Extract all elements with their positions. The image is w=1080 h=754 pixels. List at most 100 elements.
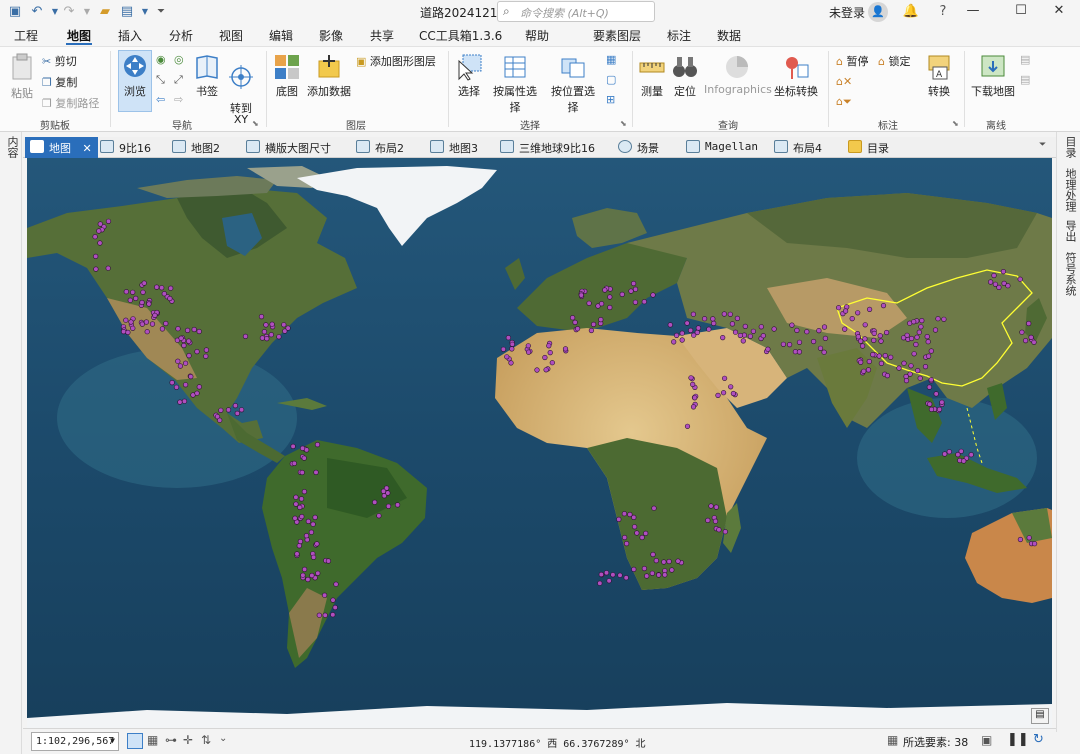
point-feature[interactable] [123,289,129,295]
point-feature[interactable] [259,335,265,341]
locate-button[interactable]: 定位 [670,53,700,99]
view-tab-magellan[interactable]: Magellan [681,137,764,158]
zoom-to-selection-icon[interactable]: ⊞ [606,93,615,106]
point-feature[interactable] [617,572,623,578]
point-feature[interactable] [258,314,265,320]
view-tab-globe-9x16[interactable]: 三维地球9比16 [495,137,601,158]
user-avatar-icon[interactable]: 👤 [868,2,888,22]
point-feature[interactable] [264,336,270,342]
point-feature[interactable] [690,404,697,410]
point-feature[interactable] [183,360,189,366]
point-feature[interactable] [632,299,639,305]
point-feature[interactable] [203,353,209,359]
point-feature[interactable] [946,449,952,455]
point-feature[interactable] [896,365,902,371]
point-feature[interactable] [130,325,136,331]
point-feature[interactable] [690,311,697,317]
point-feature[interactable] [935,316,941,322]
point-feature[interactable] [1022,338,1029,344]
fixed-zoom-in-icon[interactable]: ⤡ [156,73,165,87]
point-feature[interactable] [684,320,690,326]
add-graphics-layer-button[interactable]: ▣ 添加图形图层 [356,53,436,69]
point-feature[interactable] [188,374,194,380]
tab-map[interactable]: 地图 [67,27,91,44]
selection-dialog-launcher-icon[interactable]: ⬊ [620,119,627,128]
point-feature[interactable] [574,326,581,332]
point-feature[interactable] [794,327,800,333]
point-feature[interactable] [786,342,793,348]
point-feature[interactable] [225,407,232,413]
measure-button[interactable]: 测量 [636,53,668,99]
point-feature[interactable] [871,330,877,336]
point-feature[interactable] [105,218,112,224]
point-feature[interactable] [871,337,877,343]
point-feature[interactable] [621,534,628,541]
point-feature[interactable] [876,353,882,359]
point-feature[interactable] [140,289,146,295]
point-feature[interactable] [687,327,694,333]
point-feature[interactable] [308,529,315,535]
full-extent-icon[interactable]: ◉ [156,53,166,66]
point-feature[interactable] [771,326,777,332]
command-search-input[interactable]: ⌕ 命令搜索 (Alt+Q) [497,1,655,22]
point-feature[interactable] [656,572,662,578]
view-tab-map3[interactable]: 地图3 [425,137,484,158]
point-feature[interactable] [653,558,659,564]
point-feature[interactable] [305,518,312,525]
point-feature[interactable] [178,335,184,341]
point-feature[interactable] [690,381,696,387]
point-feature[interactable] [1000,268,1007,275]
goto-xy-button[interactable]: 转到 XY [226,53,256,125]
tab-labeling[interactable]: 标注 [667,27,691,44]
point-feature[interactable] [93,253,99,259]
point-feature[interactable] [309,572,315,579]
point-feature[interactable] [643,530,649,537]
point-feature[interactable] [168,285,174,291]
tab-edit[interactable]: 编辑 [269,27,293,44]
point-feature[interactable] [546,343,552,349]
point-feature[interactable] [632,286,639,292]
point-feature[interactable] [713,504,719,510]
point-feature[interactable] [598,317,604,323]
point-feature[interactable] [666,558,672,565]
point-feature[interactable] [146,301,152,307]
point-feature[interactable] [598,301,605,307]
point-feature[interactable] [261,329,267,335]
point-feature[interactable] [547,350,553,356]
point-feature[interactable] [380,488,387,494]
point-feature[interactable] [572,319,578,325]
point-feature[interactable] [821,324,828,330]
point-feature[interactable] [765,346,771,352]
bookmarks-button[interactable]: 书签 [192,53,222,99]
undo-icon[interactable]: ↶ [28,3,46,21]
point-feature[interactable] [314,541,320,547]
point-feature[interactable] [159,285,165,291]
point-feature[interactable] [651,505,657,511]
point-feature[interactable] [603,570,610,576]
select-button[interactable]: 选择 [454,53,484,99]
tab-view[interactable]: 视图 [219,27,243,44]
cut-button[interactable]: ✂ 剪切 [42,53,77,69]
tab-list-dropdown-icon[interactable]: ⏷ [1039,140,1046,150]
point-feature[interactable] [1031,339,1037,345]
point-feature[interactable] [862,336,868,342]
point-feature[interactable] [968,452,974,458]
point-feature[interactable] [297,538,304,545]
attributes-icon[interactable]: ▦ [606,53,616,66]
point-feature[interactable] [152,312,158,318]
point-feature[interactable] [862,322,868,328]
sync-icon[interactable]: ▤ [1020,53,1030,66]
point-feature[interactable] [882,353,888,359]
minimize-button[interactable]: — [950,0,996,24]
point-feature[interactable] [139,299,145,306]
point-feature[interactable] [662,572,668,578]
point-feature[interactable] [942,451,948,457]
point-feature[interactable] [855,334,861,340]
point-feature[interactable] [177,399,183,405]
redo-icon[interactable]: ↷ [60,3,78,21]
point-feature[interactable] [602,287,608,293]
point-feature[interactable] [549,360,555,366]
point-feature[interactable] [925,339,931,345]
point-feature[interactable] [1031,541,1038,547]
point-feature[interactable] [639,534,645,541]
